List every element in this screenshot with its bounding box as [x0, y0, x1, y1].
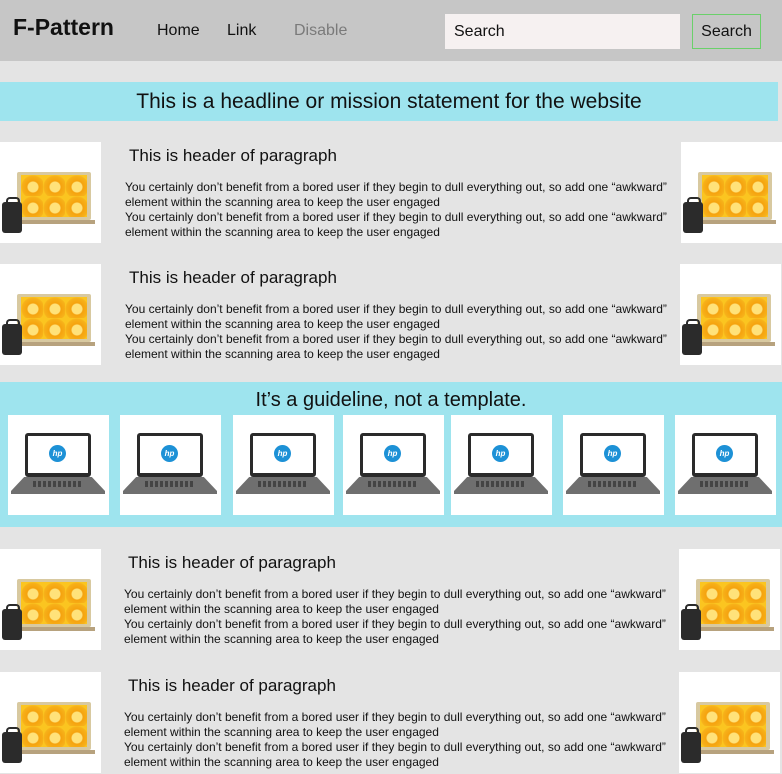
orange-laptop-image	[681, 142, 782, 243]
hp-logo-icon: hp	[384, 445, 401, 462]
section-paragraph: You certainly don’t benefit from a bored…	[124, 617, 666, 646]
hp-laptop-image: hp	[675, 415, 776, 515]
hp-laptop-image: hp	[451, 415, 552, 515]
headline-banner: This is a headline or mission statement …	[0, 82, 778, 121]
section-paragraph: You certainly don’t benefit from a bored…	[124, 710, 666, 739]
section-header: This is header of paragraph	[129, 146, 337, 165]
hp-laptop-image: hp	[233, 415, 334, 515]
nav-link-home[interactable]: Home	[157, 22, 200, 40]
orange-laptop-image	[680, 264, 781, 365]
section-header: This is header of paragraph	[128, 553, 336, 572]
hp-logo-icon: hp	[604, 445, 621, 462]
orange-laptop-image	[0, 264, 101, 365]
section-header: This is header of paragraph	[128, 676, 336, 695]
content-section: This is header of paragraph You certainl…	[0, 264, 782, 366]
hp-logo-icon: hp	[492, 445, 509, 462]
section-body: You certainly don’t benefit from a bored…	[125, 302, 680, 362]
section-body: You certainly don’t benefit from a bored…	[124, 587, 679, 647]
hp-laptop-image: hp	[8, 415, 109, 515]
section-header: This is header of paragraph	[129, 268, 337, 287]
section-paragraph: You certainly don’t benefit from a bored…	[124, 740, 666, 769]
content-section: This is header of paragraph You certainl…	[0, 549, 782, 651]
search-button[interactable]: Search	[692, 14, 761, 49]
section-paragraph: You certainly don’t benefit from a bored…	[125, 332, 667, 361]
hp-laptop-image: hp	[563, 415, 664, 515]
section-paragraph: You certainly don’t benefit from a bored…	[125, 180, 667, 209]
nav-link-disabled: Disable	[294, 22, 348, 39]
section-body: You certainly don’t benefit from a bored…	[125, 180, 680, 240]
section-paragraph: You certainly don’t benefit from a bored…	[125, 302, 667, 331]
guideline-band: It’s a guideline, not a template. hp hp …	[0, 382, 782, 527]
content-section: This is header of paragraph You certainl…	[0, 142, 782, 244]
brand-logo[interactable]: F-Pattern	[13, 14, 114, 41]
hp-logo-icon: hp	[716, 445, 733, 462]
nav-link-link[interactable]: Link	[227, 22, 256, 40]
orange-laptop-image	[0, 672, 101, 773]
orange-laptop-image	[0, 549, 101, 650]
hp-laptop-image: hp	[120, 415, 221, 515]
section-paragraph: You certainly don’t benefit from a bored…	[125, 210, 667, 239]
orange-laptop-image	[0, 142, 101, 243]
search-input[interactable]	[445, 14, 680, 49]
guideline-title: It’s a guideline, not a template.	[255, 389, 527, 411]
content-section: This is header of paragraph You certainl…	[0, 672, 782, 774]
hp-logo-icon: hp	[49, 445, 66, 462]
section-paragraph: You certainly don’t benefit from a bored…	[124, 587, 666, 616]
hp-logo-icon: hp	[161, 445, 178, 462]
orange-laptop-image	[679, 549, 780, 650]
orange-laptop-image	[679, 672, 780, 773]
section-body: You certainly don’t benefit from a bored…	[124, 710, 679, 770]
hp-logo-icon: hp	[274, 445, 291, 462]
navbar: F-Pattern Home Link Disable Search	[0, 0, 782, 61]
hp-laptop-image: hp	[343, 415, 444, 515]
